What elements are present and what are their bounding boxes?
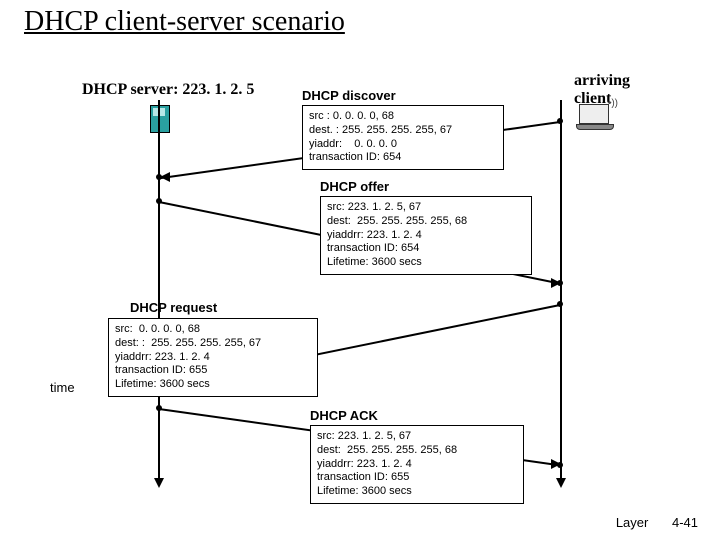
arriving-client-label: arriving client	[574, 72, 630, 108]
client-timeline	[560, 100, 562, 480]
dhcp-offer-title: DHCP offer	[320, 179, 389, 194]
arrow-down-icon	[556, 478, 566, 488]
dhcp-ack-box: src: 223. 1. 2. 5, 67 dest: 255. 255. 25…	[310, 425, 524, 504]
dhcp-offer-box: src: 223. 1. 2. 5, 67 dest: 255. 255. 25…	[320, 196, 532, 275]
arrow-right-icon	[551, 459, 561, 469]
server-icon	[150, 105, 170, 133]
arrow-down-icon	[154, 478, 164, 488]
dhcp-ack-title: DHCP ACK	[310, 408, 378, 423]
arrow-right-icon	[551, 278, 561, 288]
dhcp-discover-title: DHCP discover	[302, 88, 396, 103]
server-timeline	[158, 100, 160, 480]
time-axis-label: time	[50, 380, 75, 395]
laptop-icon: •))	[576, 104, 612, 128]
footer-slide-number: 4-41	[672, 515, 698, 530]
dhcp-discover-box: src : 0. 0. 0. 0, 68 dest. : 255. 255. 2…	[302, 105, 504, 170]
page-title: DHCP client-server scenario	[24, 6, 345, 38]
footer-layer: Layer	[616, 515, 649, 530]
dhcp-server-label: DHCP server: 223. 1. 2. 5	[82, 81, 254, 99]
footer: Layer 4-41	[616, 515, 698, 530]
dhcp-request-title: DHCP request	[130, 300, 217, 315]
dhcp-request-box: src: 0. 0. 0. 0, 68 dest: : 255. 255. 25…	[108, 318, 318, 397]
arrow-left-icon	[160, 172, 170, 182]
